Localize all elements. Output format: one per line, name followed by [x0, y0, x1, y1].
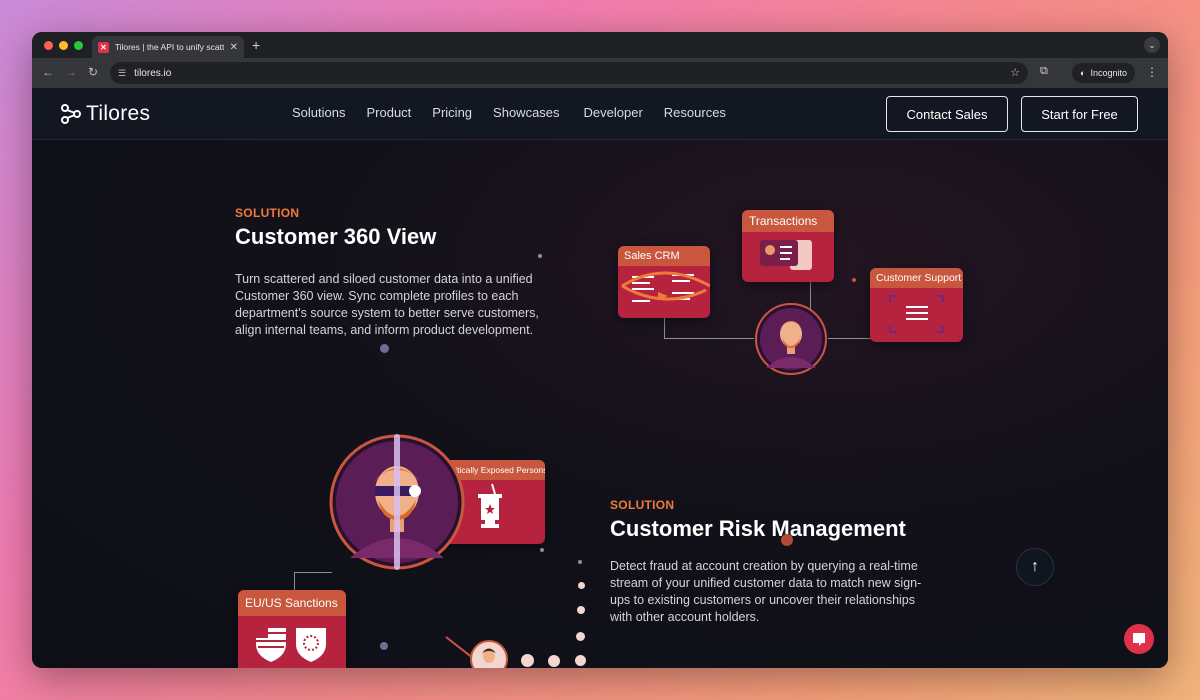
tab-title: Tilores | the API to unify scattered cus…: [114, 42, 224, 52]
incognito-icon: ◐: [1080, 68, 1086, 78]
support-frame-icon: [889, 295, 944, 333]
section2-body: Detect fraud at account creation by quer…: [610, 559, 922, 624]
tilores-logo-icon: [61, 104, 81, 124]
decor-dot: [380, 642, 388, 650]
decor-dot: [576, 632, 585, 641]
section2-title: Customer Risk Management: [610, 516, 906, 541]
decor-dot: [578, 560, 582, 564]
logo-text: Tilores: [86, 102, 151, 125]
close-tab-icon[interactable]: ✕: [230, 42, 238, 53]
related-person-avatar-icon: [470, 640, 508, 668]
tilores-favicon-icon: ✕: [98, 41, 109, 53]
extensions-puzzle-icon[interactable]: ⧉: [1040, 65, 1048, 78]
nav-showcases[interactable]: Showcases: [493, 105, 559, 120]
decor-dot: [540, 548, 544, 552]
section1-eyebrow: SOLUTION: [235, 206, 300, 220]
decor-dot: [852, 278, 856, 282]
url-text: tilores.io: [134, 67, 172, 79]
sales-crm-label: Sales CRM: [618, 246, 710, 266]
section2-eyebrow: SOLUTION: [610, 498, 675, 512]
site-info-icon[interactable]: ☰: [118, 68, 126, 79]
bookmark-star-icon[interactable]: ☆: [1010, 66, 1020, 79]
start-for-free-button[interactable]: Start for Free: [1021, 96, 1138, 132]
customer-avatar-icon: [755, 303, 827, 375]
section1-title: Customer 360 View: [235, 224, 437, 249]
incognito-label: Incognito: [1090, 68, 1127, 78]
suspect-avatar-icon: [329, 434, 465, 570]
connector-line: [664, 338, 754, 339]
browser-window: ✕ Tilores | the API to unify scattered c…: [32, 32, 1168, 668]
window-controls: [44, 41, 83, 50]
customer-support-card: Customer Support: [870, 268, 963, 342]
nav-product[interactable]: Product: [366, 105, 411, 120]
scroll-to-top-button[interactable]: ↑: [1016, 548, 1054, 586]
nav-developer[interactable]: Developer: [584, 105, 643, 120]
tab-search-chevron-icon[interactable]: ⌄: [1144, 37, 1160, 53]
forward-arrow-icon[interactable]: →: [65, 65, 77, 79]
decor-dot: [538, 254, 542, 258]
website-viewport: Tilores Solutions Product Pricing Showca…: [32, 88, 1168, 668]
decor-dot: [781, 534, 793, 546]
site-header: Tilores Solutions Product Pricing Showca…: [32, 88, 1168, 140]
nav-resources[interactable]: Resources: [664, 105, 726, 120]
connector-line: [294, 572, 295, 592]
decor-dot: [575, 655, 586, 666]
back-arrow-icon[interactable]: ←: [42, 65, 54, 79]
decor-dot: [548, 655, 560, 667]
tilores-logo[interactable]: Tilores: [60, 102, 150, 126]
nav-solutions[interactable]: Solutions: [292, 105, 345, 120]
decor-dot: [380, 344, 389, 353]
chat-bubble-icon: [1133, 633, 1145, 646]
address-bar: ← → ↻ ☰ tilores.io ☆ ⧉ ◐ Incognito ⋮: [32, 58, 1168, 88]
decor-dot: [521, 654, 534, 667]
close-window-button[interactable]: [44, 41, 53, 50]
section1-body: Turn scattered and siloed customer data …: [235, 272, 539, 337]
decor-dot: [577, 606, 585, 614]
sanctions-label: EU/US Sanctions: [238, 590, 346, 616]
new-tab-button[interactable]: +: [252, 37, 260, 53]
transactions-card: Transactions: [742, 210, 834, 282]
decor-dot: [578, 582, 585, 589]
incognito-badge[interactable]: ◐ Incognito: [1072, 63, 1135, 83]
nav-pricing[interactable]: Pricing: [432, 105, 472, 120]
crm-sync-icon: [621, 271, 710, 302]
reload-icon[interactable]: ↻: [88, 65, 98, 79]
url-omnibox[interactable]: ☰ tilores.io ☆: [110, 62, 1028, 84]
flags-shield-icon: [256, 628, 326, 662]
customer-support-label: Customer Support: [870, 268, 963, 288]
browser-tab[interactable]: ✕ Tilores | the API to unify scattered c…: [92, 36, 244, 58]
maximize-window-button[interactable]: [74, 41, 83, 50]
eu-us-sanctions-card: EU/US Sanctions: [238, 590, 346, 668]
chat-launcher-button[interactable]: [1124, 624, 1154, 654]
tab-strip: ✕ Tilores | the API to unify scattered c…: [32, 32, 1168, 58]
minimize-window-button[interactable]: [59, 41, 68, 50]
sales-crm-card: Sales CRM: [618, 246, 710, 318]
main-nav: Solutions Product Pricing Showcases Deve…: [292, 105, 726, 120]
browser-menu-icon[interactable]: ⋮: [1146, 65, 1158, 79]
contact-sales-button[interactable]: Contact Sales: [886, 96, 1008, 132]
connector-line: [294, 572, 332, 573]
id-card-icon: [760, 240, 812, 270]
transactions-label: Transactions: [742, 210, 834, 232]
arrow-up-icon: ↑: [1031, 558, 1039, 575]
